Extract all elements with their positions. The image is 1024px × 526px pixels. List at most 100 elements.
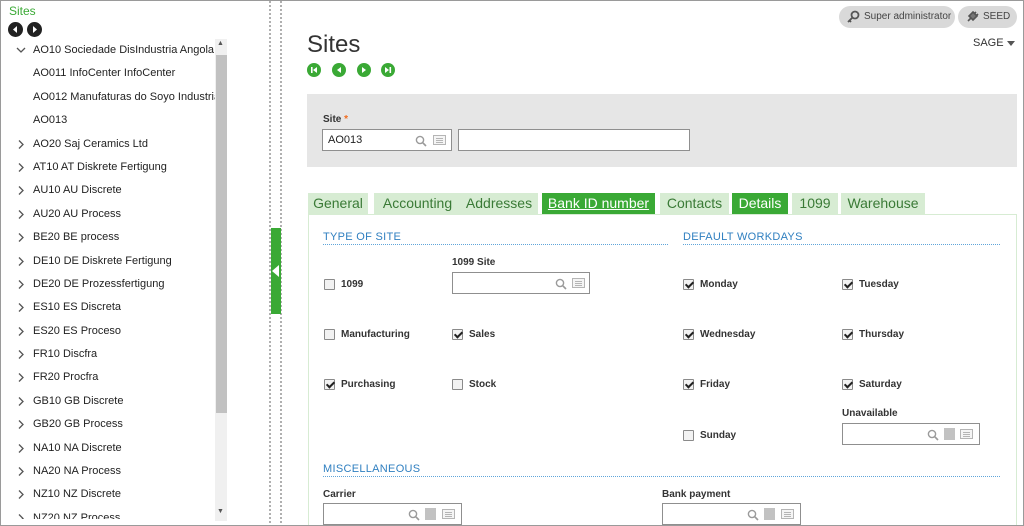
search-icon[interactable] — [408, 508, 420, 521]
search-icon[interactable] — [555, 277, 567, 290]
tree-item-label: AU20 AU Process — [33, 207, 122, 220]
search-icon[interactable] — [927, 428, 939, 441]
tree-item-label: AT10 AT Diskrete Fertigung — [33, 160, 167, 173]
tree-item[interactable]: ES20 ES Proceso — [1, 320, 215, 343]
chevron-right-icon[interactable] — [15, 366, 27, 389]
tree-item[interactable]: GB20 GB Process — [1, 413, 215, 436]
tree-item[interactable]: FR10 Discfra — [1, 343, 215, 366]
unavailable-label: Unavailable — [842, 408, 898, 419]
checkbox-manufacturing[interactable] — [324, 329, 335, 340]
tree-item[interactable]: DE10 DE Diskrete Fertigung — [1, 250, 215, 273]
chevron-right-icon[interactable] — [15, 296, 27, 319]
tree-item[interactable]: NZ20 NZ Process — [1, 507, 215, 519]
site-code-field[interactable]: AO013 — [322, 129, 452, 151]
site-1099-field[interactable] — [452, 272, 590, 294]
tree-item[interactable]: AU20 AU Process — [1, 203, 215, 226]
selection-list-icon[interactable] — [572, 278, 585, 288]
scroll-down-icon[interactable]: ▼ — [217, 508, 224, 515]
chevron-right-icon[interactable] — [15, 273, 27, 296]
checkbox-monday[interactable] — [683, 279, 694, 290]
chevron-right-icon[interactable] — [15, 483, 27, 506]
checkbox-purchasing[interactable] — [324, 379, 335, 390]
checkbox-sunday-label: Sunday — [700, 430, 737, 441]
tree-item[interactable]: NA20 NA Process — [1, 460, 215, 483]
chevron-right-icon[interactable] — [15, 133, 27, 156]
chevron-right-icon[interactable] — [15, 156, 27, 179]
checkbox-sales[interactable] — [452, 329, 463, 340]
bank-payment-field[interactable] — [662, 503, 801, 525]
selection-list-icon[interactable] — [442, 509, 455, 519]
checkbox-wednesday[interactable] — [683, 329, 694, 340]
chevron-right-icon[interactable] — [15, 460, 27, 483]
chevron-right-icon[interactable] — [15, 250, 27, 273]
previous-record-icon[interactable] — [332, 63, 346, 77]
carrier-field[interactable] — [323, 503, 462, 525]
tree-item[interactable]: AO20 Saj Ceramics Ltd — [1, 133, 215, 156]
site-description-field[interactable] — [458, 129, 690, 151]
chevron-right-icon[interactable] — [15, 320, 27, 343]
tree-item[interactable]: AT10 AT Diskrete Fertigung — [1, 156, 215, 179]
chevron-right-icon[interactable] — [15, 437, 27, 460]
chevron-down-icon[interactable] — [15, 39, 27, 62]
tree-item[interactable]: DE20 DE Prozessfertigung — [1, 273, 215, 296]
plug-icon — [965, 10, 979, 24]
selection-list-icon[interactable] — [433, 135, 446, 145]
tree-item[interactable]: BE20 BE process — [1, 226, 215, 249]
tree-item[interactable]: AO012 Manufaturas do Soyo Industria — [1, 86, 215, 109]
tab-addresses[interactable]: Addresses — [460, 193, 538, 214]
search-icon[interactable] — [415, 134, 427, 147]
checkbox-stock[interactable] — [452, 379, 463, 390]
type-of-site-heading: TYPE OF SITE — [323, 231, 402, 243]
previous-arrow-icon[interactable] — [8, 22, 23, 37]
miscellaneous-heading: MISCELLANEOUS — [323, 463, 421, 475]
tree-item[interactable]: AO10 Sociedade DisIndustria Angola — [1, 39, 215, 62]
tab-1099[interactable]: 1099 — [792, 193, 838, 214]
chevron-right-icon[interactable] — [15, 507, 27, 519]
tab-contacts[interactable]: Contacts — [660, 193, 729, 214]
search-icon[interactable] — [747, 508, 759, 521]
default-workdays-heading: DEFAULT WORKDAYS — [683, 231, 803, 243]
tree-item[interactable]: AO011 InfoCenter InfoCenter — [1, 62, 215, 85]
first-record-icon[interactable] — [307, 63, 321, 77]
checkbox-sunday[interactable] — [683, 430, 694, 441]
chevron-right-icon[interactable] — [15, 226, 27, 249]
link-arrow-icon[interactable] — [944, 428, 955, 440]
chevron-right-icon[interactable] — [15, 203, 27, 226]
unavailable-field[interactable] — [842, 423, 980, 445]
chevron-right-icon[interactable] — [15, 179, 27, 202]
tab-warehouse[interactable]: Warehouse — [841, 193, 925, 214]
sidebar-scroll-thumb[interactable] — [216, 55, 227, 413]
scroll-up-icon[interactable]: ▲ — [217, 40, 224, 47]
selection-list-icon[interactable] — [781, 509, 794, 519]
checkbox-saturday[interactable] — [842, 379, 853, 390]
tab-details[interactable]: Details — [732, 193, 788, 214]
checkbox-1099[interactable] — [324, 279, 335, 290]
tree-item[interactable]: ES10 ES Discreta — [1, 296, 215, 319]
tab-accounting[interactable]: Accounting — [374, 193, 461, 214]
tree-item[interactable]: NZ10 NZ Discrete — [1, 483, 215, 506]
checkbox-thursday[interactable] — [842, 329, 853, 340]
user-menu-button[interactable]: Super administrator — [839, 6, 955, 28]
chevron-right-icon[interactable] — [15, 413, 27, 436]
next-record-icon[interactable] — [357, 63, 371, 77]
chevron-right-icon[interactable] — [15, 343, 27, 366]
last-record-icon[interactable] — [381, 63, 395, 77]
company-menu[interactable]: SAGE — [973, 37, 1004, 49]
link-arrow-icon[interactable] — [764, 508, 775, 520]
next-arrow-icon[interactable] — [27, 22, 42, 37]
chevron-right-icon[interactable] — [15, 390, 27, 413]
chevron-down-icon[interactable] — [1007, 41, 1015, 46]
tree-item[interactable]: GB10 GB Discrete — [1, 390, 215, 413]
link-arrow-icon[interactable] — [425, 508, 436, 520]
folder-button[interactable]: SEED — [958, 6, 1017, 28]
selection-list-icon[interactable] — [960, 429, 973, 439]
tree-item-label: DE20 DE Prozessfertigung — [33, 277, 165, 290]
tab-general[interactable]: General — [308, 193, 368, 214]
tree-item[interactable]: FR20 Procfra — [1, 366, 215, 389]
checkbox-friday[interactable] — [683, 379, 694, 390]
tree-item[interactable]: AU10 AU Discrete — [1, 179, 215, 202]
tree-item[interactable]: NA10 NA Discrete — [1, 437, 215, 460]
tree-item[interactable]: AO013 — [1, 109, 215, 132]
checkbox-tuesday[interactable] — [842, 279, 853, 290]
tab-bank-id-number[interactable]: Bank ID number — [542, 193, 655, 214]
